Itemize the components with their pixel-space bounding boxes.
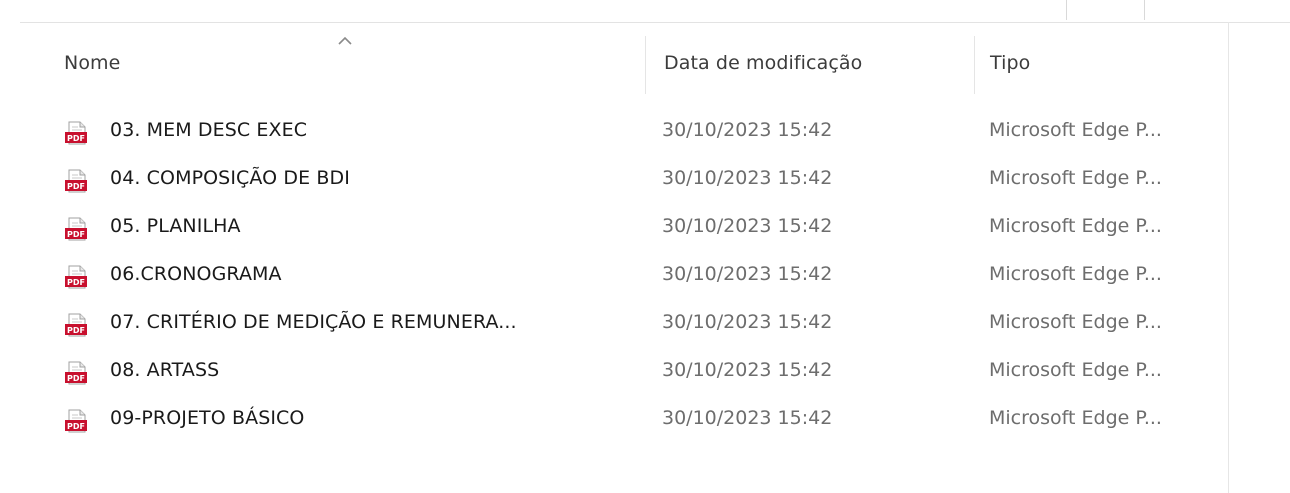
file-name: 09-PROJETO BÁSICO bbox=[110, 407, 305, 429]
file-name: 06.CRONOGRAMA bbox=[110, 263, 282, 285]
file-date: 30/10/2023 15:42 bbox=[662, 311, 833, 333]
file-date: 30/10/2023 15:42 bbox=[662, 215, 833, 237]
pdf-file-icon: PDF bbox=[65, 265, 87, 289]
column-divider[interactable] bbox=[645, 36, 646, 94]
file-row[interactable]: PDF 09-PROJETO BÁSICO 30/10/2023 15:42 M… bbox=[52, 396, 1228, 444]
file-type: Microsoft Edge P... bbox=[989, 359, 1162, 381]
column-header-type[interactable]: Tipo bbox=[990, 52, 1030, 74]
file-name: 03. MEM DESC EXEC bbox=[110, 119, 308, 141]
file-name: 08. ARTASS bbox=[110, 359, 220, 381]
file-type: Microsoft Edge P... bbox=[989, 407, 1162, 429]
file-row[interactable]: PDF 06.CRONOGRAMA 30/10/2023 15:42 Micro… bbox=[52, 252, 1228, 300]
sort-ascending-icon bbox=[338, 36, 352, 45]
toolbar-divider bbox=[1066, 0, 1067, 20]
svg-text:PDF: PDF bbox=[67, 374, 85, 383]
file-date: 30/10/2023 15:42 bbox=[662, 263, 833, 285]
pdf-file-icon: PDF bbox=[65, 313, 87, 337]
svg-text:PDF: PDF bbox=[67, 422, 85, 431]
file-type: Microsoft Edge P... bbox=[989, 263, 1162, 285]
svg-text:PDF: PDF bbox=[67, 326, 85, 335]
file-name: 04. COMPOSIÇÃO DE BDI bbox=[110, 167, 350, 189]
toolbar-strip bbox=[20, 0, 1290, 23]
file-row[interactable]: PDF 07. CRITÉRIO DE MEDIÇÃO E REMUNERA..… bbox=[52, 300, 1228, 348]
file-date: 30/10/2023 15:42 bbox=[662, 359, 833, 381]
pane-edge bbox=[1228, 22, 1229, 493]
toolbar-divider bbox=[1144, 0, 1145, 20]
file-row[interactable]: PDF 05. PLANILHA 30/10/2023 15:42 Micros… bbox=[52, 204, 1228, 252]
file-type: Microsoft Edge P... bbox=[989, 119, 1162, 141]
column-divider[interactable] bbox=[974, 36, 975, 94]
file-row[interactable]: PDF 03. MEM DESC EXEC 30/10/2023 15:42 M… bbox=[52, 108, 1228, 156]
file-row[interactable]: PDF 04. COMPOSIÇÃO DE BDI 30/10/2023 15:… bbox=[52, 156, 1228, 204]
file-date: 30/10/2023 15:42 bbox=[662, 167, 833, 189]
file-type: Microsoft Edge P... bbox=[989, 167, 1162, 189]
pdf-file-icon: PDF bbox=[65, 121, 87, 145]
svg-text:PDF: PDF bbox=[67, 278, 85, 287]
column-header-date[interactable]: Data de modificação bbox=[664, 52, 862, 74]
column-header: Nome Data de modificação Tipo bbox=[0, 30, 1228, 100]
pdf-file-icon: PDF bbox=[65, 361, 87, 385]
pdf-file-icon: PDF bbox=[65, 409, 87, 433]
pdf-file-icon: PDF bbox=[65, 217, 87, 241]
file-date: 30/10/2023 15:42 bbox=[662, 119, 833, 141]
file-name: 05. PLANILHA bbox=[110, 215, 241, 237]
file-name: 07. CRITÉRIO DE MEDIÇÃO E REMUNERA... bbox=[110, 311, 517, 333]
file-type: Microsoft Edge P... bbox=[989, 311, 1162, 333]
file-date: 30/10/2023 15:42 bbox=[662, 407, 833, 429]
file-row[interactable]: PDF 08. ARTASS 30/10/2023 15:42 Microsof… bbox=[52, 348, 1228, 396]
pdf-file-icon: PDF bbox=[65, 169, 87, 193]
svg-text:PDF: PDF bbox=[67, 134, 85, 143]
svg-text:PDF: PDF bbox=[67, 230, 85, 239]
file-type: Microsoft Edge P... bbox=[989, 215, 1162, 237]
column-header-name[interactable]: Nome bbox=[64, 52, 120, 74]
svg-text:PDF: PDF bbox=[67, 182, 85, 191]
